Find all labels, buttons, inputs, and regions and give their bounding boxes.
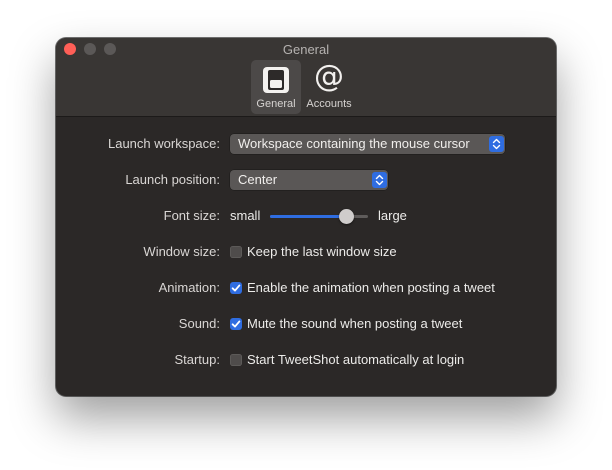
startup-checkbox[interactable] [230, 354, 242, 366]
title-bar: General General @ Accounts [56, 38, 556, 117]
window-title: General [282, 42, 330, 57]
launch-workspace-select[interactable]: Workspace containing the mouse cursor [230, 134, 505, 154]
animation-option[interactable]: Enable the animation when posting a twee… [247, 276, 495, 300]
startup-label: Startup: [174, 352, 220, 367]
font-size-slider-fill [270, 215, 346, 218]
chevron-updown-icon [372, 172, 387, 188]
tab-accounts[interactable]: @ Accounts [303, 60, 355, 114]
window-size-row: Window size: Keep the last window size [56, 240, 556, 264]
launch-workspace-label: Launch workspace: [107, 136, 220, 151]
window-size-label: Window size: [143, 244, 220, 259]
font-size-slider[interactable] [270, 209, 368, 224]
animation-label: Animation: [158, 280, 220, 295]
launch-position-label: Launch position: [125, 172, 220, 187]
animation-checkbox[interactable] [230, 282, 242, 294]
launch-position-value: Center [238, 172, 278, 187]
font-size-slider-thumb[interactable] [339, 209, 354, 224]
tab-general[interactable]: General [251, 60, 301, 114]
general-switch-icon [263, 67, 289, 93]
launch-position-select[interactable]: Center [230, 170, 388, 190]
at-sign-icon: @ [314, 59, 344, 94]
tab-accounts-label: Accounts [306, 98, 352, 110]
sound-option[interactable]: Mute the sound when posting a tweet [247, 312, 462, 336]
font-size-max-label: large [378, 208, 407, 223]
launch-workspace-row: Launch workspace: Workspace containing t… [56, 132, 556, 156]
checkmark-icon [231, 284, 241, 292]
preferences-window: General General @ Accounts Launch worksp… [56, 38, 556, 396]
sound-label: Sound: [178, 316, 220, 331]
tab-general-label: General [256, 98, 296, 110]
font-size-min-label: small [230, 208, 261, 223]
checkmark-icon [231, 320, 241, 328]
window-size-option[interactable]: Keep the last window size [247, 240, 397, 264]
animation-row: Animation: Enable the animation when pos… [56, 276, 556, 300]
font-size-label: Font size: [163, 208, 220, 223]
sound-row: Sound: Mute the sound when posting a twe… [56, 312, 556, 336]
startup-option[interactable]: Start TweetShot automatically at login [247, 348, 464, 372]
window-size-checkbox[interactable] [230, 246, 242, 258]
launch-position-row: Launch position: Center [56, 168, 556, 192]
chevron-updown-icon [489, 136, 504, 152]
font-size-row: Font size: small large [56, 204, 556, 228]
startup-row: Startup: Start TweetShot automatically a… [56, 348, 556, 372]
sound-checkbox[interactable] [230, 318, 242, 330]
launch-workspace-value: Workspace containing the mouse cursor [238, 136, 470, 151]
